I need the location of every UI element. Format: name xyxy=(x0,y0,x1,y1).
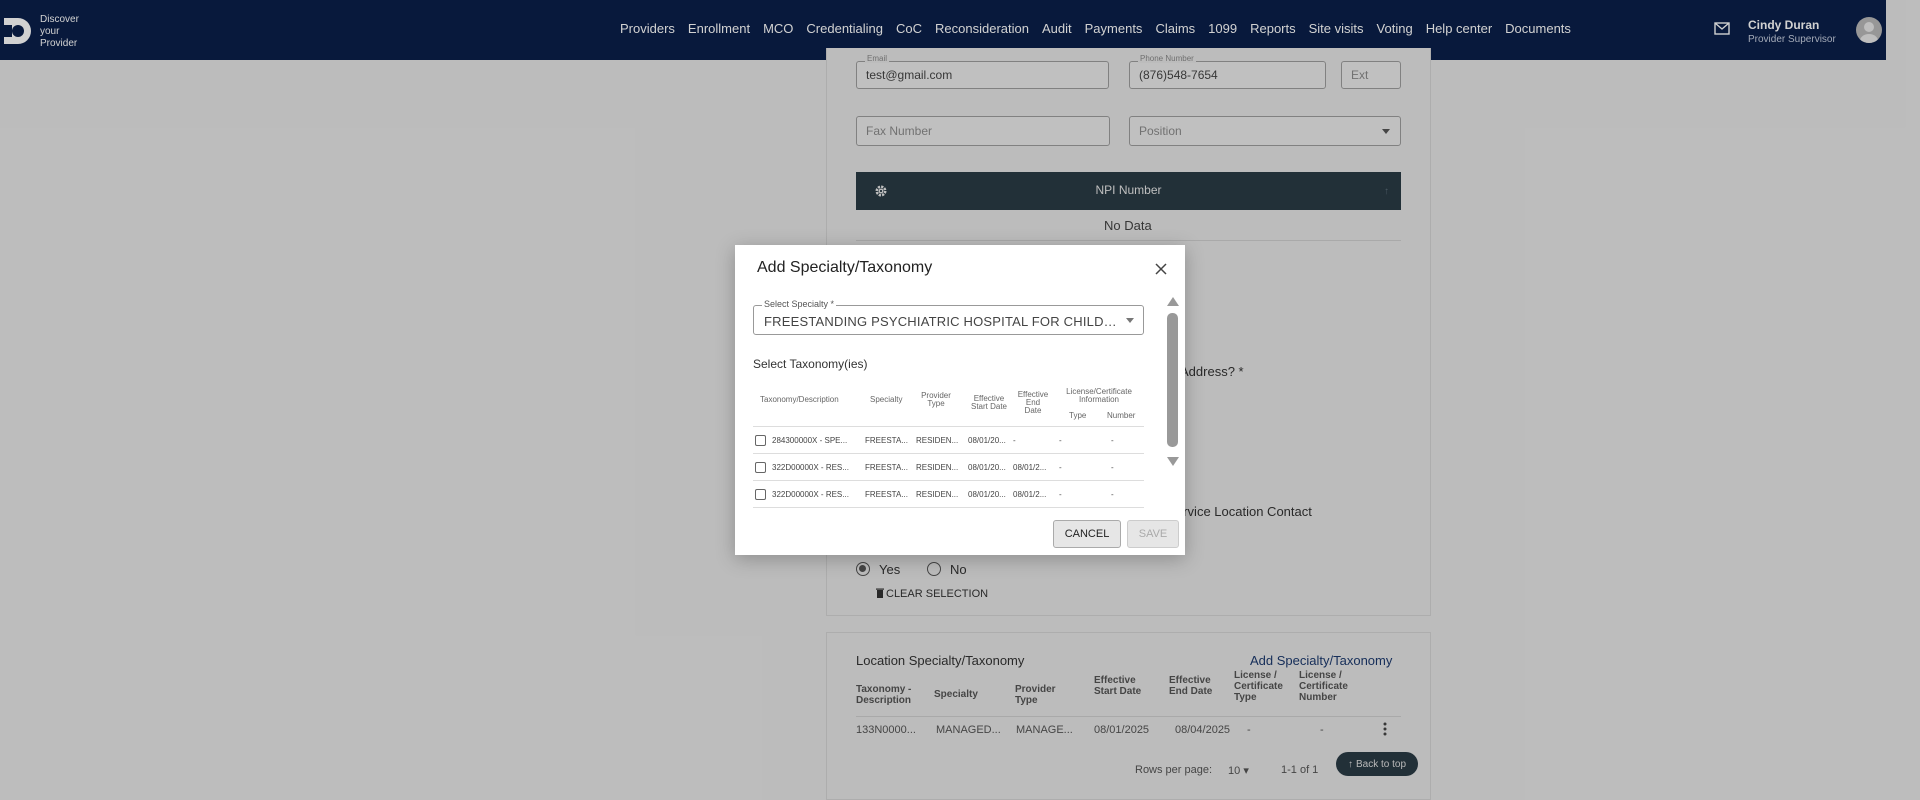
cell-taxonomy: 322D00000X - RES... xyxy=(772,463,849,472)
add-specialty-dialog: Add Specialty/Taxonomy Select Specialty … xyxy=(735,245,1185,555)
cell-end-date: 08/01/2... xyxy=(1013,490,1047,499)
taxonomy-checkbox[interactable] xyxy=(755,462,766,473)
cell-license-type: - xyxy=(1059,490,1062,499)
cell-start-date: 08/01/20... xyxy=(968,490,1006,499)
cell-license-number: - xyxy=(1111,436,1114,445)
cell-start-date: 08/01/20... xyxy=(968,436,1006,445)
cell-specialty: FREESTA... xyxy=(865,436,908,445)
save-button[interactable]: SAVE xyxy=(1127,520,1179,548)
th-license-group: License/Certificate Information xyxy=(1066,387,1132,404)
cell-specialty: FREESTA... xyxy=(865,490,908,499)
th-taxonomy: Taxonomy/Description xyxy=(760,395,839,404)
cell-end-date: - xyxy=(1013,436,1016,445)
cell-license-number: - xyxy=(1111,490,1114,499)
cell-provider-type: RESIDEN... xyxy=(916,490,959,499)
taxonomy-checkbox[interactable] xyxy=(755,489,766,500)
th-end-date: Effective End Date xyxy=(1017,390,1049,415)
th-provider-type: Provider Type xyxy=(921,391,951,408)
chevron-down-icon xyxy=(1126,318,1134,323)
taxonomy-section-title: Select Taxonomy(ies) xyxy=(753,357,868,371)
scroll-up-icon[interactable] xyxy=(1167,297,1179,306)
cell-license-number: - xyxy=(1111,463,1114,472)
divider xyxy=(753,507,1144,508)
cell-license-type: - xyxy=(1059,436,1062,445)
divider xyxy=(753,426,1144,427)
cell-taxonomy: 322D00000X - RES... xyxy=(772,490,849,499)
cell-specialty: FREESTA... xyxy=(865,463,908,472)
divider xyxy=(753,453,1144,454)
th-specialty: Specialty xyxy=(870,395,903,404)
dialog-scrollbar[interactable] xyxy=(1167,297,1179,467)
divider xyxy=(753,480,1144,481)
specialty-select-label: Select Specialty * xyxy=(762,299,837,309)
dialog-title: Add Specialty/Taxonomy xyxy=(757,259,933,276)
cell-taxonomy: 284300000X - SPE... xyxy=(772,436,848,445)
taxonomy-checkbox[interactable] xyxy=(755,435,766,446)
cell-end-date: 08/01/2... xyxy=(1013,463,1047,472)
cell-license-type: - xyxy=(1059,463,1062,472)
th-license-type: Type xyxy=(1069,411,1087,420)
specialty-select[interactable]: Select Specialty * FREESTANDING PSYCHIAT… xyxy=(753,299,1144,335)
th-license-number: Number xyxy=(1107,411,1136,420)
scrollbar-thumb[interactable] xyxy=(1167,313,1178,447)
cell-provider-type: RESIDEN... xyxy=(916,436,959,445)
cell-provider-type: RESIDEN... xyxy=(916,463,959,472)
close-icon[interactable] xyxy=(1155,263,1167,275)
cancel-button[interactable]: CANCEL xyxy=(1053,520,1121,548)
th-start-date: Effective Start Date xyxy=(970,394,1007,411)
scroll-down-icon[interactable] xyxy=(1167,457,1179,466)
specialty-select-value: FREESTANDING PSYCHIATRIC HOSPITAL FOR CH… xyxy=(764,314,1119,329)
cell-start-date: 08/01/20... xyxy=(968,463,1006,472)
